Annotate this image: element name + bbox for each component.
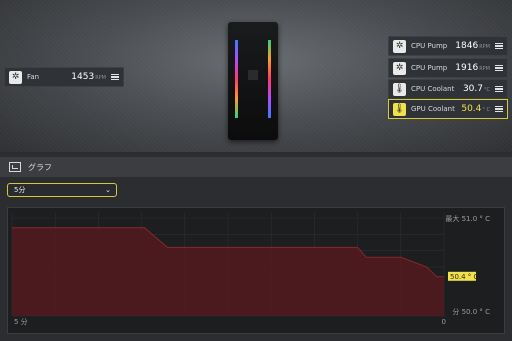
- rgb-strip-right: [268, 40, 271, 118]
- graph-icon: [9, 162, 21, 172]
- x-right-label: 0: [442, 318, 446, 326]
- sensor-tile-gpu-coolant[interactable]: 🌡 GPU Coolant 50.4 ° C: [388, 99, 508, 119]
- max-label: 最大 51.0 ° C: [445, 214, 490, 223]
- sensor-tile-cpu-pump-1[interactable]: ✲ CPU Pump 1846 RPM: [388, 36, 508, 56]
- sensor-value: 30.7: [462, 84, 483, 94]
- rgb-strip-left: [235, 40, 238, 118]
- menu-icon[interactable]: [495, 42, 503, 50]
- sensor-label: CPU Pump: [411, 64, 448, 72]
- sensor-unit: RPM: [479, 44, 490, 50]
- thermometer-icon: 🌡: [393, 82, 406, 96]
- pc-case-image: [228, 22, 278, 140]
- menu-icon[interactable]: [495, 64, 503, 72]
- min-label: 分 50.0 ° C: [452, 307, 490, 316]
- time-range-select[interactable]: 5分 ⌄: [7, 183, 117, 197]
- sensor-label: CPU Pump: [411, 42, 448, 50]
- sensor-tile-fan[interactable]: ✲ Fan 1453 RPM: [4, 67, 124, 87]
- sensor-value: 50.4: [461, 104, 482, 114]
- sensor-unit: °C: [484, 87, 490, 93]
- time-range-value: 5分: [14, 186, 26, 194]
- case-logo: [248, 70, 258, 80]
- fan-icon: ✲: [393, 61, 406, 75]
- chart-svg: 最大 51.0 ° C 分 50.0 ° C 5 分 0 50.4 ° C: [11, 212, 490, 326]
- fan-icon: ✲: [9, 70, 22, 84]
- sensor-value: 1916: [455, 63, 479, 73]
- x-left-label: 5 分: [14, 317, 28, 326]
- menu-icon[interactable]: [495, 105, 503, 113]
- sensor-value: 1453: [71, 72, 95, 82]
- menu-icon[interactable]: [495, 85, 503, 93]
- graph-title: グラフ: [28, 162, 52, 172]
- thermometer-icon: 🌡: [393, 102, 406, 116]
- device-view: ✲ Fan 1453 RPM ✲ CPU Pump 1846 RPM ✲ CPU…: [0, 0, 512, 152]
- sensor-label: GPU Coolant: [411, 105, 455, 113]
- sensor-unit: RPM: [479, 66, 490, 72]
- sensor-label: CPU Coolant: [411, 85, 455, 93]
- fan-icon: ✲: [393, 39, 406, 53]
- sensor-tile-cpu-coolant[interactable]: 🌡 CPU Coolant 30.7 °C: [388, 79, 508, 99]
- current-value-label: 50.4 ° C: [450, 273, 479, 281]
- graph-header: グラフ: [0, 157, 512, 177]
- menu-icon[interactable]: [111, 73, 119, 81]
- temperature-chart: 最大 51.0 ° C 分 50.0 ° C 5 分 0 50.4 ° C: [7, 207, 505, 334]
- sensor-unit: RPM: [95, 75, 106, 81]
- sensor-value: 1846: [455, 41, 479, 51]
- sensor-label: Fan: [27, 73, 40, 81]
- sensor-unit: ° C: [482, 107, 490, 113]
- sensor-tile-cpu-pump-2[interactable]: ✲ CPU Pump 1916 RPM: [388, 58, 508, 78]
- chevron-down-icon: ⌄: [105, 186, 111, 194]
